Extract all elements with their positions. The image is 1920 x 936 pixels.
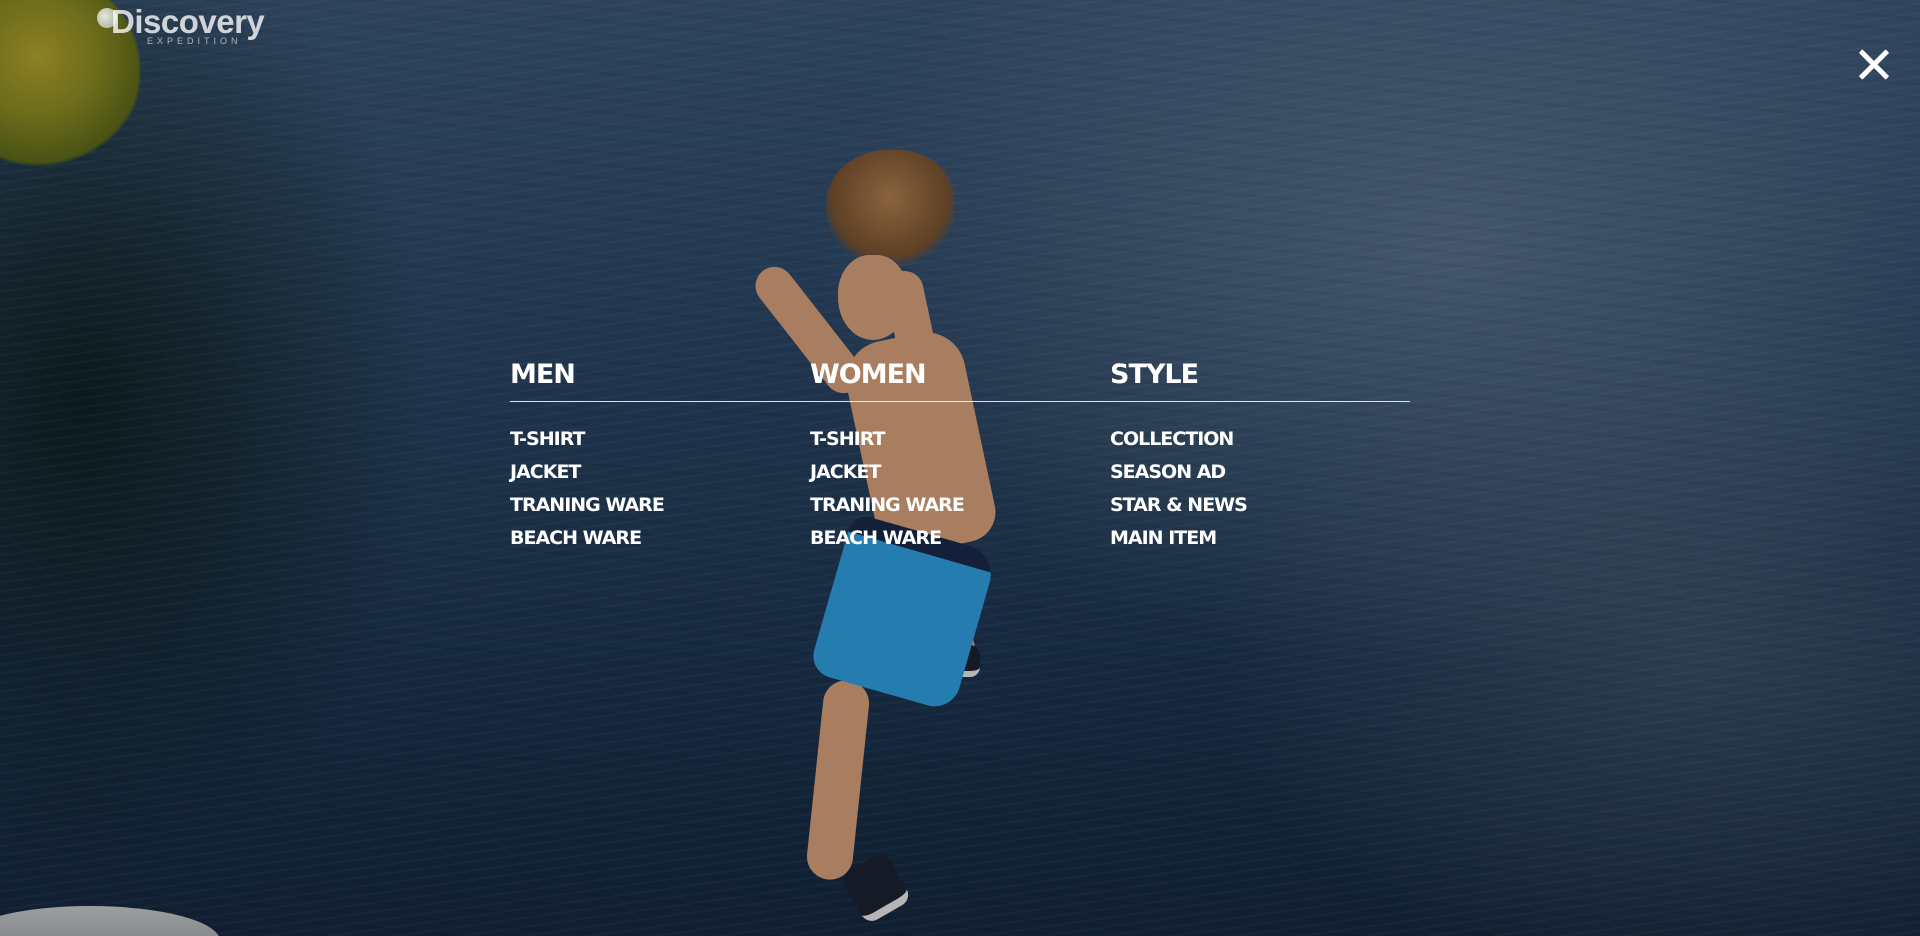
menu-list-style: COLLECTION SEASON AD STAR & NEWS MAIN IT… — [1110, 423, 1248, 555]
menu-heading-women[interactable]: WOMEN — [810, 352, 1110, 398]
menu-column-women: WOMEN T-SHIRT JACKET TRANING WARE BEACH … — [810, 352, 1110, 549]
menu-heading-men[interactable]: MEN — [510, 352, 810, 398]
menu-list-women: T-SHIRT JACKET TRANING WARE BEACH WARE — [810, 423, 965, 555]
menu-item-men-training-ware[interactable]: TRANING WARE — [510, 489, 665, 522]
menu-column-men: MEN T-SHIRT JACKET TRANING WARE BEACH WA… — [510, 352, 810, 549]
menu-item-women-tshirt[interactable]: T-SHIRT — [810, 423, 964, 456]
menu-divider — [510, 401, 1410, 402]
menu-item-style-collection[interactable]: COLLECTION — [1110, 423, 1247, 456]
menu-item-women-training-ware[interactable]: TRANING WARE — [810, 489, 965, 522]
menu-item-women-jacket[interactable]: JACKET — [810, 456, 964, 489]
menu-list-men: T-SHIRT JACKET TRANING WARE BEACH WARE — [510, 423, 665, 555]
menu-column-style: STYLE COLLECTION SEASON AD STAR & NEWS M… — [1110, 352, 1410, 549]
menu-item-men-jacket[interactable]: JACKET — [510, 456, 664, 489]
menu-columns: MEN T-SHIRT JACKET TRANING WARE BEACH WA… — [510, 352, 1410, 552]
brand-subtitle: EXPEDITION — [147, 36, 242, 46]
menu-item-style-main-item[interactable]: MAIN ITEM — [1110, 522, 1247, 555]
close-icon[interactable] — [1852, 43, 1896, 87]
menu-heading-style[interactable]: STYLE — [1110, 352, 1410, 398]
menu-item-men-tshirt[interactable]: T-SHIRT — [510, 423, 664, 456]
menu-item-women-beach-ware[interactable]: BEACH WARE — [810, 522, 964, 555]
menu-item-style-star-news[interactable]: STAR & NEWS — [1110, 489, 1248, 522]
background-video: Discovery EXPEDITION MEN T-SHIRT JACKET … — [0, 0, 1920, 936]
menu-item-men-beach-ware[interactable]: BEACH WARE — [510, 522, 664, 555]
mega-menu: MEN T-SHIRT JACKET TRANING WARE BEACH WA… — [510, 352, 1410, 552]
menu-item-style-season-ad[interactable]: SEASON AD — [1110, 456, 1247, 489]
